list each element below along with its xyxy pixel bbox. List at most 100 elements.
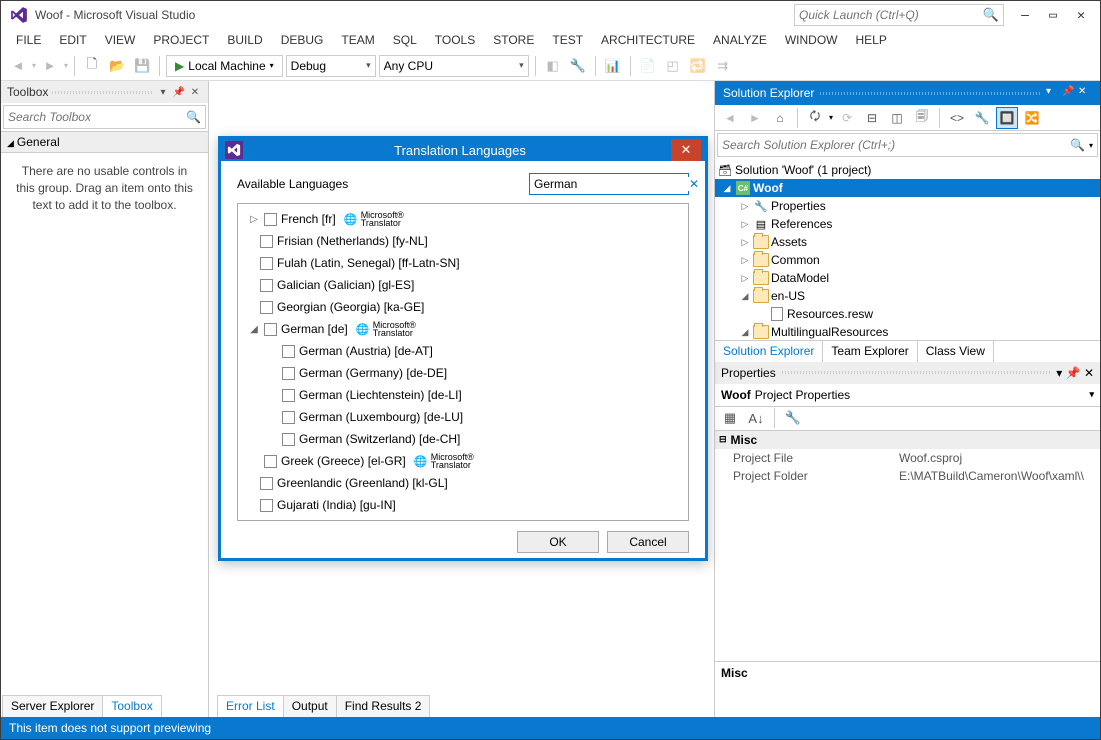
dialog-titlebar[interactable]: Translation Languages ✕ bbox=[221, 139, 705, 161]
chevron-down-icon[interactable]: ▾ bbox=[1089, 141, 1093, 150]
cancel-button[interactable]: Cancel bbox=[607, 531, 689, 553]
lang-german-lu[interactable]: German (Luxembourg) [de-LU] bbox=[240, 406, 686, 428]
tree-enus[interactable]: ◢ en-US bbox=[715, 287, 1100, 305]
tool-4[interactable]: 📄 bbox=[637, 55, 659, 77]
checkbox[interactable] bbox=[282, 411, 295, 424]
tree-assets[interactable]: ▷ Assets bbox=[715, 233, 1100, 251]
close-panel-icon[interactable]: ✕ bbox=[1078, 86, 1092, 100]
collapse-icon[interactable]: ◢ bbox=[248, 324, 260, 335]
collapse-icon[interactable]: ◢ bbox=[739, 327, 751, 338]
lang-french[interactable]: ▷ French [fr] 🌐Microsoft®Translator bbox=[240, 208, 686, 230]
language-tree[interactable]: ▷ French [fr] 🌐Microsoft®Translator Fris… bbox=[238, 204, 688, 520]
platform-combo[interactable]: Any CPU▾ bbox=[379, 55, 529, 77]
menu-file[interactable]: FILE bbox=[7, 30, 50, 50]
quicklaunch-input[interactable] bbox=[799, 8, 983, 22]
checkbox[interactable] bbox=[282, 389, 295, 402]
checkbox[interactable] bbox=[260, 477, 273, 490]
pin-icon[interactable]: 📌 bbox=[1062, 86, 1076, 100]
menu-window[interactable]: WINDOW bbox=[776, 30, 847, 50]
collapse-icon[interactable]: ⊟ bbox=[861, 107, 883, 129]
config-combo[interactable]: Debug▾ bbox=[286, 55, 376, 77]
tab-find-results[interactable]: Find Results 2 bbox=[337, 695, 431, 717]
checkbox[interactable] bbox=[260, 279, 273, 292]
checkbox[interactable] bbox=[282, 433, 295, 446]
maximize-button[interactable]: ▭ bbox=[1046, 8, 1060, 22]
lang-german-de[interactable]: German (Germany) [de-DE] bbox=[240, 362, 686, 384]
tree-properties[interactable]: ▷ 🔧 Properties bbox=[715, 197, 1100, 215]
open-file-button[interactable]: 📂 bbox=[106, 55, 128, 77]
tab-output[interactable]: Output bbox=[284, 695, 337, 717]
lang-galician[interactable]: Galician (Galician) [gl-ES] bbox=[240, 274, 686, 296]
nav-forward-button[interactable]: ► bbox=[39, 55, 61, 77]
start-debug-button[interactable]: ▶ Local Machine ▾ bbox=[166, 55, 283, 77]
dialog-close-button[interactable]: ✕ bbox=[671, 139, 701, 161]
tab-solution-explorer[interactable]: Solution Explorer bbox=[715, 341, 823, 362]
close-panel-icon[interactable]: ✕ bbox=[188, 85, 202, 99]
expand-icon[interactable]: ▷ bbox=[739, 201, 751, 212]
menu-view[interactable]: VIEW bbox=[96, 30, 145, 50]
tool-5[interactable]: ◰ bbox=[662, 55, 684, 77]
checkbox[interactable] bbox=[264, 213, 277, 226]
tree-resources-resw[interactable]: Resources.resw bbox=[715, 305, 1100, 323]
checkbox[interactable] bbox=[260, 257, 273, 270]
checkbox[interactable] bbox=[264, 455, 277, 468]
checkbox[interactable] bbox=[260, 235, 273, 248]
expand-icon[interactable]: ▷ bbox=[248, 214, 260, 225]
checkbox[interactable] bbox=[260, 301, 273, 314]
tree-solution-root[interactable]: 🗃 Solution 'Woof' (1 project) bbox=[715, 161, 1100, 179]
expand-icon[interactable]: ▷ bbox=[739, 255, 751, 266]
menu-edit[interactable]: EDIT bbox=[50, 30, 95, 50]
prop-project-file[interactable]: Project File Woof.csproj bbox=[715, 449, 1100, 467]
collapse-icon[interactable]: ◢ bbox=[739, 291, 751, 302]
tree-multilingual[interactable]: ◢ MultilingualResources bbox=[715, 323, 1100, 340]
toolbox-search[interactable]: 🔍 bbox=[3, 105, 206, 129]
menu-project[interactable]: PROJECT bbox=[144, 30, 218, 50]
tab-team-explorer[interactable]: Team Explorer bbox=[823, 341, 917, 362]
checkbox[interactable] bbox=[282, 367, 295, 380]
categorized-icon[interactable]: ▦ bbox=[719, 407, 741, 429]
prop-project-folder[interactable]: Project Folder E:\MATBuild\Cameron\Woof\… bbox=[715, 467, 1100, 485]
tab-class-view[interactable]: Class View bbox=[918, 341, 994, 362]
menu-analyze[interactable]: ANALYZE bbox=[704, 30, 776, 50]
expand-icon[interactable]: ▷ bbox=[739, 273, 751, 284]
lang-fulah[interactable]: Fulah (Latin, Senegal) [ff-Latn-SN] bbox=[240, 252, 686, 274]
menu-sql[interactable]: SQL bbox=[384, 30, 426, 50]
show-all-icon[interactable]: ◫ bbox=[886, 107, 908, 129]
lang-frisian[interactable]: Frisian (Netherlands) [fy-NL] bbox=[240, 230, 686, 252]
menu-debug[interactable]: DEBUG bbox=[272, 30, 333, 50]
collapse-icon[interactable]: ◢ bbox=[721, 183, 733, 194]
lang-greenlandic[interactable]: Greenlandic (Greenland) [kl-GL] bbox=[240, 472, 686, 494]
tree-references[interactable]: ▷ ▤ References bbox=[715, 215, 1100, 233]
lang-georgian[interactable]: Georgian (Georgia) [ka-GE] bbox=[240, 296, 686, 318]
language-search-box[interactable]: ✕ bbox=[529, 173, 689, 195]
expand-icon[interactable]: ▷ bbox=[739, 219, 751, 230]
lang-gujarati[interactable]: Gujarati (India) [gu-IN] bbox=[240, 494, 686, 516]
sync-icon[interactable]: ⟳ bbox=[836, 107, 858, 129]
menu-build[interactable]: BUILD bbox=[218, 30, 271, 50]
quicklaunch-box[interactable]: 🔍 bbox=[794, 4, 1004, 26]
wrench-icon[interactable]: 🔧 bbox=[782, 407, 804, 429]
new-project-button[interactable]: 🗋 bbox=[81, 55, 103, 77]
solution-search[interactable]: 🔍 ▾ bbox=[717, 133, 1098, 157]
panel-dropdown-icon[interactable]: ▾ bbox=[1056, 366, 1062, 380]
lang-german-ch[interactable]: German (Switzerland) [de-CH] bbox=[240, 428, 686, 450]
forward-icon[interactable]: ► bbox=[744, 107, 766, 129]
tab-toolbox[interactable]: Toolbox bbox=[103, 695, 161, 717]
category-misc[interactable]: ⊟Misc bbox=[715, 431, 1100, 449]
toolbox-search-input[interactable] bbox=[8, 110, 186, 124]
class-icon[interactable]: 🔀 bbox=[1021, 107, 1043, 129]
expand-icon[interactable]: ▷ bbox=[739, 237, 751, 248]
alphabetical-icon[interactable]: A↓ bbox=[745, 407, 767, 429]
menu-architecture[interactable]: ARCHITECTURE bbox=[592, 30, 704, 50]
menu-test[interactable]: TEST bbox=[543, 30, 592, 50]
ok-button[interactable]: OK bbox=[517, 531, 599, 553]
tree-common[interactable]: ▷ Common bbox=[715, 251, 1100, 269]
tab-server-explorer[interactable]: Server Explorer bbox=[2, 695, 103, 717]
nav-back-button[interactable]: ◄ bbox=[7, 55, 29, 77]
pin-icon[interactable]: 📌 bbox=[172, 85, 186, 99]
close-panel-icon[interactable]: ✕ bbox=[1084, 366, 1094, 380]
lang-german[interactable]: ◢ German [de] 🌐Microsoft®Translator bbox=[240, 318, 686, 340]
chevron-down-icon[interactable]: ▾ bbox=[1089, 389, 1094, 400]
menu-team[interactable]: TEAM bbox=[332, 30, 383, 50]
properties-object[interactable]: Woof Project Properties ▾ bbox=[715, 384, 1100, 407]
